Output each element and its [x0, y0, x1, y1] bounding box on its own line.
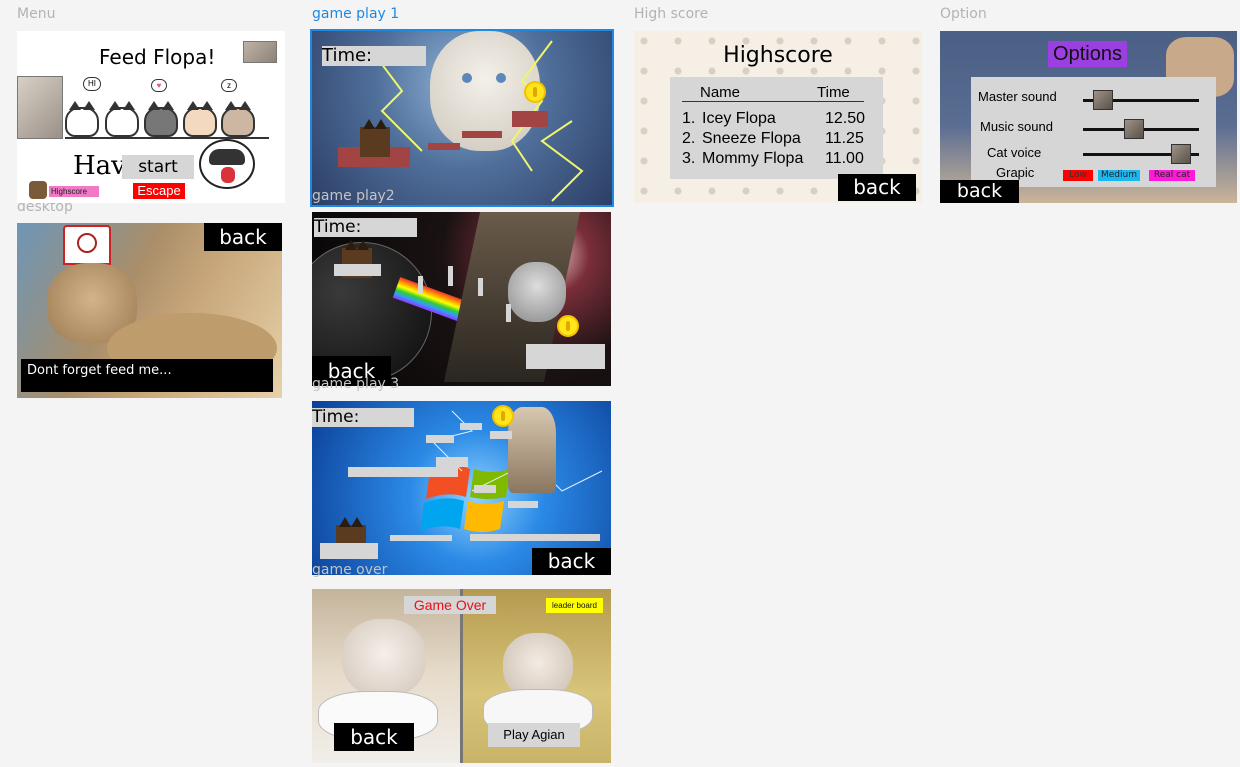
peeking-cat-image [508, 407, 556, 493]
player-cat-sprite [360, 119, 390, 157]
column-header-time: Time [817, 84, 850, 101]
flopa-portrait-image [17, 76, 63, 139]
slider-handle-cat-icon[interactable] [1124, 119, 1145, 139]
gameplay3-frame: Time: back [312, 401, 611, 575]
score-name: Sneeze Flopa [702, 130, 801, 147]
score-time: 11.25 [825, 130, 864, 147]
speech-bubble-sleep: z [221, 79, 237, 92]
platform [506, 304, 511, 322]
speech-bubble-hi: HI [83, 77, 101, 91]
frame-label-highscore[interactable]: High score [634, 6, 708, 22]
frame-label-menu[interactable]: Menu [17, 6, 55, 22]
platform [320, 543, 378, 559]
platform [460, 423, 482, 430]
start-button[interactable]: start [122, 155, 194, 179]
chef-hat-image [63, 225, 111, 265]
leaderboard-button[interactable]: leader board [546, 598, 603, 613]
back-button[interactable]: back [940, 180, 1019, 203]
platform [490, 431, 512, 439]
platform [508, 501, 538, 508]
time-display: Time: [314, 218, 417, 237]
highscore-button[interactable]: Highscore [49, 186, 99, 197]
cartoon-cat-icon [65, 101, 99, 137]
score-time: 11.00 [825, 150, 864, 167]
highscore-frame: Highscore Name Time 1. Icey Flopa 12.50 2. S… [634, 31, 922, 203]
platform [474, 485, 496, 493]
time-display: Time: [322, 46, 426, 66]
menu-title: Feed Flopa! [99, 45, 216, 69]
platform [526, 344, 605, 369]
header-divider [682, 101, 864, 102]
graphic-low-button[interactable]: Low [1063, 170, 1093, 181]
platform [478, 278, 483, 296]
score-row: 2. Sneeze Flopa 11.25 [682, 130, 872, 150]
cartoon-cat-icon [144, 101, 178, 137]
score-row: 3. Mommy Flopa 11.00 [682, 150, 872, 170]
back-button[interactable]: back [532, 548, 611, 575]
frame-label-gameplay3[interactable]: game play 3 [312, 376, 399, 392]
slider-handle-cat-icon[interactable] [1171, 144, 1192, 164]
platform [448, 266, 453, 286]
frame-label-gameplay2[interactable]: game play2 [312, 188, 395, 204]
platform [334, 264, 381, 276]
platform [428, 143, 460, 150]
desktop-frame: back Dont forget feed me... [17, 223, 282, 398]
column-header-name: Name [700, 84, 741, 101]
back-button[interactable]: back [204, 223, 282, 251]
platform [436, 457, 468, 467]
platform [470, 534, 600, 541]
platform [512, 111, 548, 127]
platform [390, 535, 452, 541]
cartoon-cat-icon [183, 101, 217, 137]
options-title: Options [1048, 41, 1127, 67]
space-cat-image [508, 262, 566, 322]
options-panel: Master sound Music sound Cat voice Grapi… [971, 77, 1216, 187]
graphic-label: Grapic [996, 165, 1035, 180]
score-rank: 3. [682, 150, 696, 167]
graphic-realcat-button[interactable]: Real cat [1149, 170, 1195, 181]
cartoon-cat-icon [105, 101, 139, 137]
platform [462, 131, 502, 138]
screaming-cat-icon [199, 139, 255, 189]
speech-bubble-heart: ♥ [151, 79, 167, 92]
cat-voice-label: Cat voice [987, 145, 1042, 160]
options-frame: Options Master sound Music sound Cat voi… [940, 31, 1237, 203]
highscore-title: Highscore [723, 43, 833, 68]
game-over-title: Game Over [404, 596, 496, 614]
frame-label-option[interactable]: Option [940, 6, 987, 22]
score-name: Mommy Flopa [702, 150, 804, 167]
score-row: 1. Icey Flopa 12.50 [682, 110, 872, 130]
flopa-icon [29, 181, 47, 199]
play-again-button[interactable]: Play Agian [488, 723, 580, 747]
caption-box: Dont forget feed me... [21, 359, 273, 392]
gameplay1-frame: Time: [310, 29, 614, 207]
slider-handle-cat-icon[interactable] [1092, 90, 1113, 110]
time-display: Time: [312, 408, 414, 427]
cat-photo-thumbnail [243, 41, 277, 63]
platform [348, 467, 458, 477]
score-rank: 2. [682, 130, 696, 147]
coin-icon [557, 315, 579, 337]
music-sound-label: Music sound [980, 119, 1053, 134]
frame-label-gameover[interactable]: game over [312, 562, 387, 578]
shelf-line [65, 137, 269, 139]
escape-button[interactable]: Escape [133, 183, 185, 199]
back-button[interactable]: back [334, 723, 414, 751]
coin-icon [524, 81, 546, 103]
coin-icon [492, 405, 514, 427]
frame-label-gameplay1[interactable]: game play 1 [312, 6, 399, 22]
gameover-frame: Game Over leader board back Play Agian [312, 589, 611, 763]
score-rank: 1. [682, 110, 696, 127]
score-time: 12.50 [825, 110, 866, 127]
score-table: Name Time 1. Icey Flopa 12.50 2. Sneeze Flop… [670, 77, 883, 179]
platform [418, 276, 423, 293]
score-name: Icey Flopa [702, 110, 776, 127]
back-button[interactable]: back [838, 174, 916, 201]
gameplay2-frame: Time: back [312, 212, 611, 386]
menu-frame: Feed Flopa! HI ♥ z Have start Highscore … [17, 31, 285, 203]
graphic-medium-button[interactable]: Medium [1098, 170, 1140, 181]
master-sound-label: Master sound [978, 89, 1057, 104]
platform [426, 435, 454, 443]
cartoon-cat-icon [221, 101, 255, 137]
